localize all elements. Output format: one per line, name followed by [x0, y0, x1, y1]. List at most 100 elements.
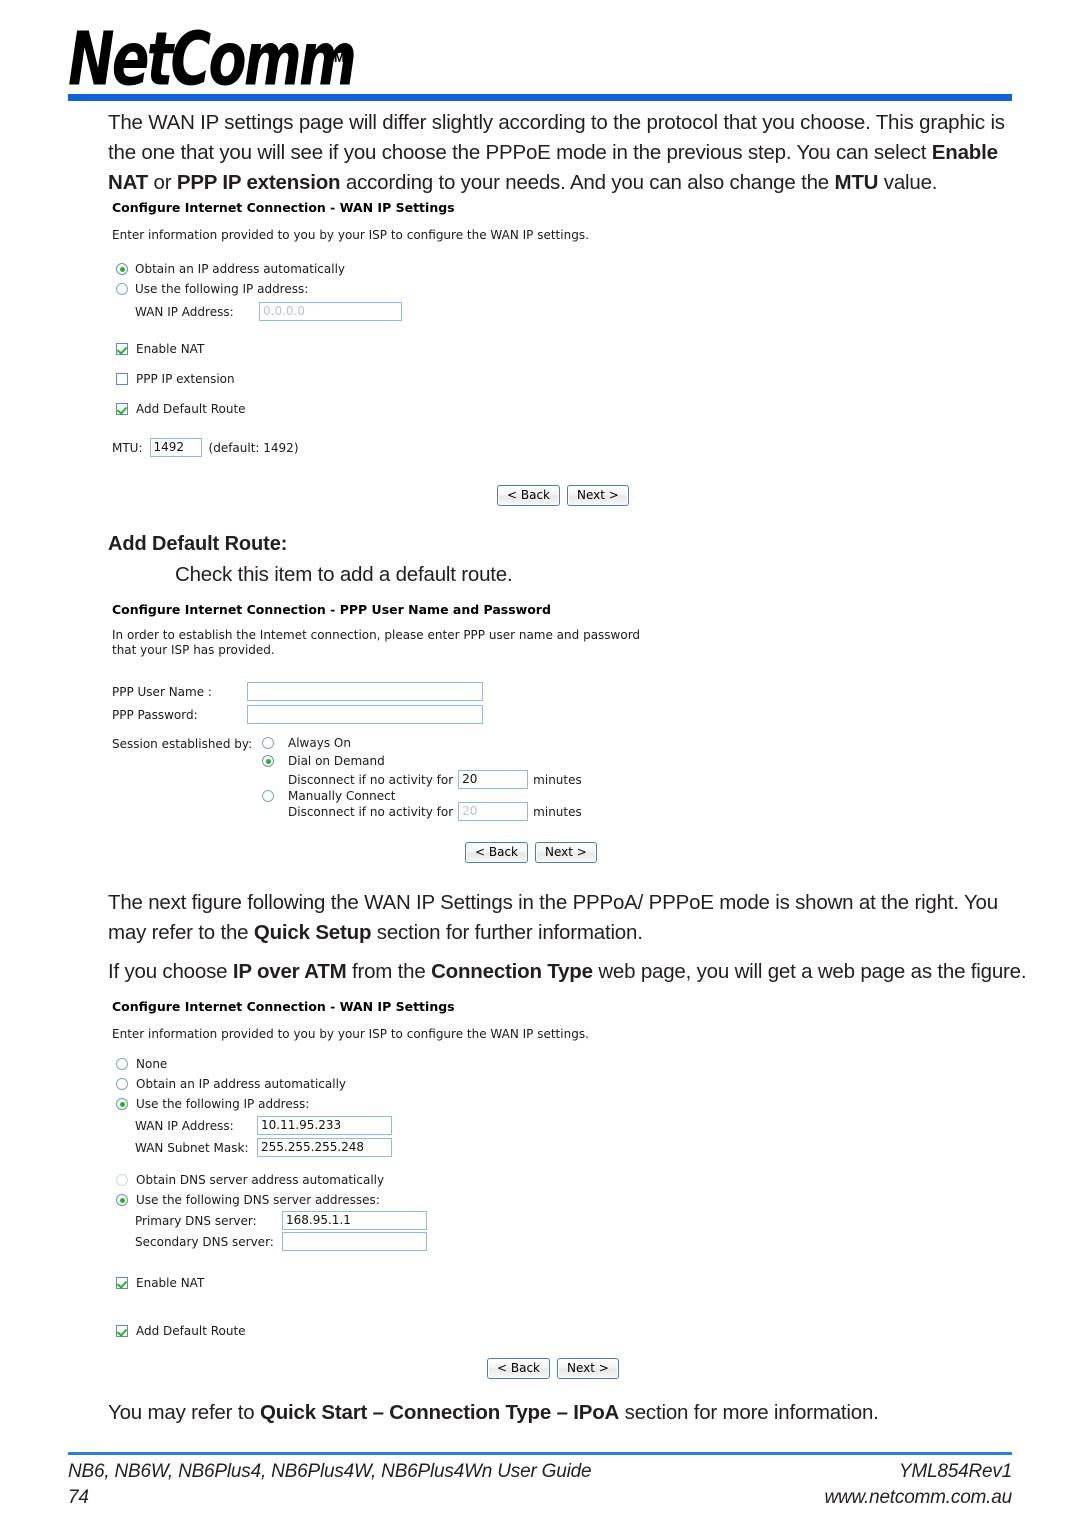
form-description-line-1: In order to establish the Intemet connec…: [112, 628, 641, 642]
radio-icon-none[interactable]: [116, 1058, 128, 1070]
radio-icon-use-following-dns[interactable]: [116, 1194, 128, 1206]
disconnect-timeout-input-dial[interactable]: 20: [458, 770, 529, 789]
radio-icon-dial-on-demand[interactable]: [262, 755, 274, 767]
radio-icon-obtain-ip-auto[interactable]: [116, 263, 128, 275]
radio-option-dial-on-demand[interactable]: Dial on Demand: [262, 754, 385, 768]
field-row-ppp-user-name: PPP User Name :: [112, 682, 483, 701]
radio-option-use-following-dns[interactable]: Use the following DNS server addresses:: [116, 1193, 380, 1207]
form-title: Configure Internet Connection - PPP User…: [112, 602, 551, 617]
ppp-password-input[interactable]: [247, 705, 483, 724]
form-title: Configure Internet Connection - WAN IP S…: [112, 999, 455, 1014]
radio-label-dial-on-demand: Dial on Demand: [288, 754, 385, 768]
form-title: Configure Internet Connection - WAN IP S…: [112, 200, 455, 215]
footer-divider: [68, 1452, 1012, 1455]
radio-label-obtain-ip-auto: Obtain an IP address automatically: [136, 1077, 347, 1091]
checkbox-option-add-default-route[interactable]: Add Default Route: [116, 402, 246, 416]
field-row-ppp-password: PPP Password:: [112, 705, 483, 724]
radio-option-obtain-ip-auto[interactable]: Obtain an IP address automatically: [116, 1077, 346, 1091]
minutes-label-manual: minutes: [533, 804, 582, 819]
intro-paragraph: The WAN IP settings page will differ sli…: [108, 108, 1010, 198]
document-page: NetComm TM The WAN IP settings page will…: [0, 0, 1080, 1527]
session-established-label: Session established by:: [112, 737, 253, 751]
primary-dns-input[interactable]: 168.95.1.1: [282, 1211, 427, 1230]
logo-wordmark: NetComm: [68, 15, 357, 103]
checkbox-icon-enable-nat[interactable]: [116, 343, 128, 355]
disconnect-label-manual: Disconnect if no activity for: [288, 804, 454, 819]
wan-ip-input[interactable]: 10.11.95.233: [257, 1116, 392, 1135]
radio-label-use-following-ip: Use the following IP address:: [136, 1097, 310, 1111]
field-row-secondary-dns: Secondary DNS server:: [135, 1232, 427, 1251]
closing-text-1: You may refer to: [108, 1401, 260, 1424]
checkbox-icon-add-default-route[interactable]: [116, 403, 128, 415]
back-button[interactable]: < Back: [487, 1358, 551, 1379]
field-row-disconnect-timeout-manual: Disconnect if no activity for 20 minutes: [288, 802, 582, 821]
form-description: Enter information provided to you by you…: [112, 1027, 589, 1041]
disconnect-timeout-input-manual[interactable]: 20: [458, 802, 529, 821]
field-row-wan-ip: WAN IP Address: 0.0.0.0: [135, 302, 402, 321]
radio-option-always-on[interactable]: Always On: [262, 736, 351, 750]
field-row-wan-ip: WAN IP Address: 10.11.95.233: [135, 1116, 392, 1135]
wan-ip-input[interactable]: 0.0.0.0: [259, 302, 402, 321]
radio-icon-obtain-ip-auto[interactable]: [116, 1078, 128, 1090]
intro-bold-ppp-ip-extension: PPP IP extension: [176, 171, 341, 194]
screenshot-wan-ip-settings-pppoe: Configure Internet Connection - WAN IP S…: [112, 200, 652, 510]
intro-text-1: The WAN IP settings page will differ sli…: [108, 111, 1005, 164]
section-heading-add-default-route: Add Default Route:: [108, 533, 288, 555]
checkbox-label-enable-nat: Enable NAT: [136, 1276, 205, 1290]
radio-option-manually-connect[interactable]: Manually Connect: [262, 789, 395, 803]
next-button[interactable]: Next >: [557, 1358, 619, 1379]
form-buttons: < Back Next >: [487, 1358, 619, 1379]
mtu-input[interactable]: 1492: [149, 438, 202, 457]
wan-ip-label: WAN IP Address:: [135, 1118, 234, 1133]
checkbox-icon-enable-nat[interactable]: [116, 1277, 128, 1289]
closing-text-2: section for more information.: [619, 1401, 879, 1424]
closing-bold-quick-start: Quick Start – Connection Type – IPoA: [259, 1401, 620, 1424]
back-button[interactable]: < Back: [465, 842, 529, 863]
ppp-password-label: PPP Password:: [112, 707, 198, 722]
radio-icon-always-on[interactable]: [262, 737, 274, 749]
back-button[interactable]: < Back: [497, 485, 561, 506]
secondary-dns-input[interactable]: [282, 1232, 427, 1251]
intro-text-4: value.: [878, 171, 938, 194]
radio-option-none[interactable]: None: [116, 1057, 167, 1071]
radio-option-use-following-ip[interactable]: Use the following IP address:: [116, 1097, 309, 1111]
screenshot-ppp-credentials: Configure Internet Connection - PPP User…: [112, 602, 672, 867]
radio-icon-use-following-ip[interactable]: [116, 1098, 128, 1110]
checkbox-option-add-default-route[interactable]: Add Default Route: [116, 1324, 246, 1338]
ipoa-paragraph: If you choose IP over ATM from the Conne…: [108, 957, 1028, 987]
checkbox-label-ppp-ip-extension: PPP IP extension: [136, 372, 235, 386]
intro-text-2: or: [148, 171, 177, 194]
radio-option-use-following-ip[interactable]: Use the following IP address:: [116, 282, 308, 296]
checkbox-icon-ppp-ip-extension[interactable]: [116, 373, 128, 385]
form-buttons: < Back Next >: [497, 485, 629, 506]
radio-icon-obtain-dns-auto[interactable]: [116, 1174, 128, 1186]
wan-subnet-mask-input[interactable]: 255.255.255.248: [257, 1138, 392, 1157]
next-button[interactable]: Next >: [567, 485, 629, 506]
radio-label-always-on: Always On: [288, 736, 351, 750]
checkbox-icon-add-default-route[interactable]: [116, 1325, 128, 1337]
checkbox-option-enable-nat[interactable]: Enable NAT: [116, 1276, 204, 1290]
radio-option-obtain-ip-auto[interactable]: Obtain an IP address automatically: [116, 262, 345, 276]
footer-page-number: 74: [68, 1487, 89, 1508]
radio-label-obtain-dns-auto: Obtain DNS server address automatically: [136, 1173, 385, 1187]
footer-website: www.netcomm.com.au: [824, 1487, 1012, 1508]
mtu-label: MTU:: [112, 440, 143, 455]
ppp-user-name-label: PPP User Name :: [112, 684, 212, 699]
primary-dns-label: Primary DNS server:: [135, 1213, 257, 1228]
middle-bold-quick-setup: Quick Setup: [253, 921, 372, 944]
ipoa-text-3: web page, you will get a web page as the…: [592, 960, 1027, 983]
checkbox-option-ppp-ip-extension[interactable]: PPP IP extension: [116, 372, 235, 386]
next-button[interactable]: Next >: [535, 842, 597, 863]
checkbox-option-enable-nat[interactable]: Enable NAT: [116, 342, 204, 356]
field-row-disconnect-timeout-dial: Disconnect if no activity for 20 minutes: [288, 770, 582, 789]
radio-icon-use-following-ip[interactable]: [116, 283, 128, 295]
radio-icon-manually-connect[interactable]: [262, 790, 274, 802]
radio-option-obtain-dns-auto[interactable]: Obtain DNS server address automatically: [116, 1173, 384, 1187]
form-description: Enter information provided to you by you…: [112, 228, 589, 242]
disconnect-label-dial: Disconnect if no activity for: [288, 772, 454, 787]
form-buttons: < Back Next >: [465, 842, 597, 863]
footer-revision: YML854Rev1: [898, 1461, 1012, 1482]
trademark-symbol: TM: [326, 50, 345, 65]
closing-paragraph: You may refer to Quick Start – Connectio…: [108, 1398, 1010, 1428]
ppp-user-name-input[interactable]: [247, 682, 483, 701]
